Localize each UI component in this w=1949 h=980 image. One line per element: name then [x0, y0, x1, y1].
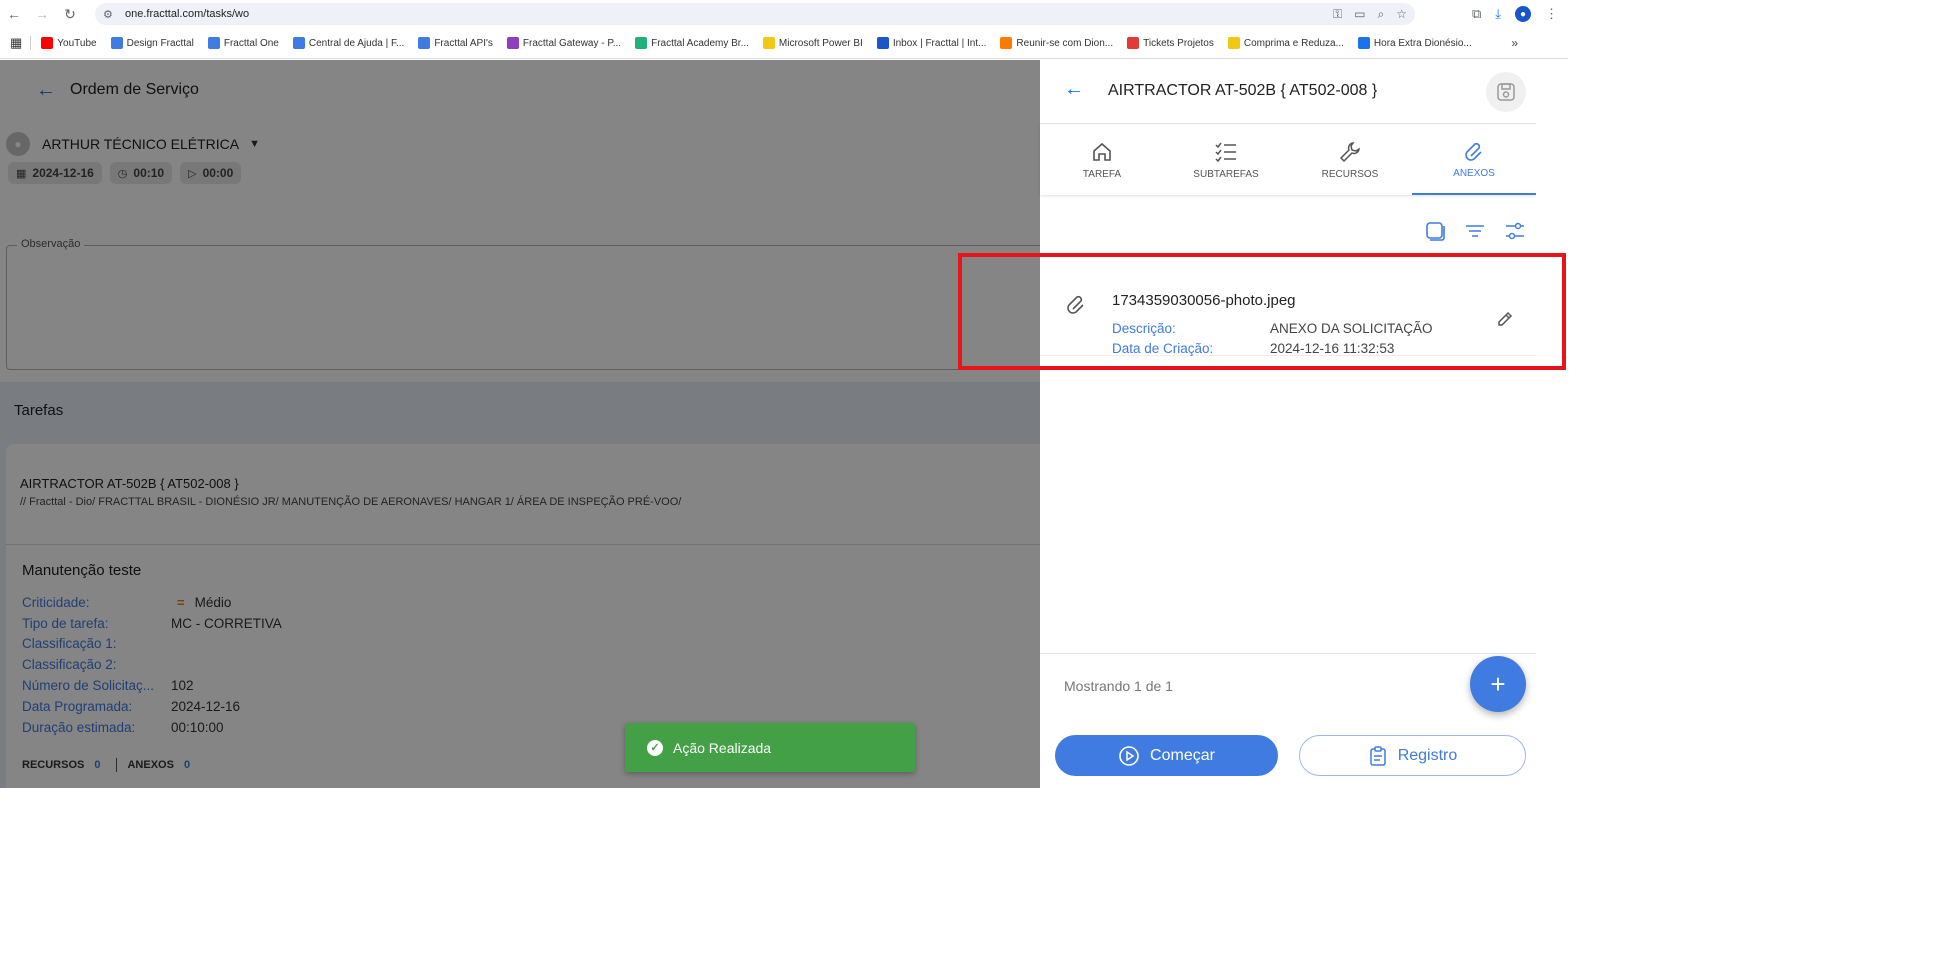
bookmark-label: Microsoft Power BI [778, 37, 863, 49]
bookmark-label: Inbox | Fracttal | Int... [892, 37, 987, 49]
bookmark-label: Fracttal API's [434, 37, 493, 49]
tab-subtarefas[interactable]: SUBTAREFAS [1164, 125, 1288, 195]
bookmark-item[interactable]: Microsoft Power BI [762, 37, 863, 49]
bookmark-label: Reunir-se com Dion... [1016, 37, 1114, 49]
save-button[interactable] [1486, 72, 1526, 112]
start-button[interactable]: Começar [1055, 735, 1278, 776]
bookmark-favicon-icon [418, 37, 431, 49]
panel-header: ← AIRTRACTOR AT-502B { AT502-008 } [1040, 60, 1536, 124]
browser-toolbar: ← → ↻ ⚙ one.fracttal.com/tasks/wo ⚿ ▭ ⌕ … [0, 0, 1568, 28]
register-button[interactable]: Registro [1299, 735, 1526, 776]
check-circle-icon: ✓ [647, 739, 663, 756]
tab-subtarefas-label: SUBTAREFAS [1193, 168, 1259, 180]
bookmark-list: YouTube Design Fracttal Fracttal One Centra… [41, 37, 1485, 49]
task-side-panel: ← AIRTRACTOR AT-502B { AT502-008 } TAREF… [1040, 60, 1536, 788]
tab-tarefa-label: TAREFA [1082, 168, 1122, 180]
toast-message: Ação Realizada [673, 739, 772, 756]
bookmark-item[interactable]: Comprima e Reduza... [1227, 37, 1344, 49]
paperclip-icon [1465, 142, 1482, 161]
modal-backdrop[interactable] [0, 60, 1040, 788]
list-tools [1424, 220, 1526, 242]
bookmark-favicon-icon [506, 37, 519, 49]
bookmark-item[interactable]: Fracttal Academy Br... [635, 37, 749, 49]
url-text: one.fracttal.com/tasks/wo [125, 8, 250, 20]
bookmark-item[interactable]: Fracttal API's [418, 37, 493, 49]
clipboard-icon [1369, 745, 1386, 766]
home-icon [1093, 142, 1111, 161]
bookmark-favicon-icon [1227, 37, 1240, 49]
plus-icon: + [1490, 668, 1506, 699]
bookmark-favicon-icon [1000, 37, 1013, 49]
bookmark-favicon-icon [207, 37, 220, 49]
add-attachment-button[interactable]: + [1470, 656, 1526, 712]
bookmark-item[interactable]: Tickets Projetos [1127, 37, 1214, 49]
bookmark-item[interactable]: YouTube [41, 37, 97, 49]
bookmark-favicon-icon [762, 37, 775, 49]
bookmark-favicon-icon [110, 37, 123, 49]
bookmark-favicon-icon [876, 37, 889, 49]
password-key-icon[interactable]: ⚿ [1333, 7, 1342, 22]
panel-footer-divider [1040, 653, 1536, 654]
bookmark-label: Fracttal Academy Br... [651, 37, 749, 49]
bookmark-favicon-icon [1357, 37, 1370, 49]
back-arrow-icon[interactable]: ← [1064, 78, 1084, 101]
bookmark-label: Fracttal Gateway - P... [522, 37, 622, 49]
site-info-icon[interactable]: ⚙ [103, 8, 119, 21]
reload-icon[interactable]: ↻ [56, 0, 84, 28]
address-bar[interactable]: ⚙ one.fracttal.com/tasks/wo ⚿ ▭ ⌕ ☆ [95, 3, 1415, 25]
register-label: Registro [1397, 746, 1458, 764]
bookmark-favicon-icon [635, 37, 648, 49]
bookmark-item[interactable]: Fracttal One [207, 37, 279, 49]
bookmarks-separator [30, 36, 32, 50]
panel-title: AIRTRACTOR AT-502B { AT502-008 } [1108, 82, 1378, 99]
checklist-icon [1215, 142, 1236, 162]
bookmark-favicon-icon [1127, 37, 1140, 49]
bookmark-label: Fracttal One [223, 37, 279, 49]
bookmark-favicon-icon [292, 37, 305, 49]
extensions-icon[interactable]: ⧉ [1472, 6, 1481, 22]
forward-arrow-icon[interactable]: → [28, 0, 56, 28]
bookmark-item[interactable]: Design Fracttal [110, 37, 194, 49]
bookmark-label: Hora Extra Dionésio... [1373, 37, 1472, 49]
success-toast: ✓ Ação Realizada [625, 723, 915, 772]
apps-grid-icon[interactable]: ▦ [10, 35, 22, 51]
more-bookmarks-icon[interactable]: » [1511, 36, 1518, 50]
attachment-highlight-box [958, 253, 1566, 370]
filter-sliders-icon[interactable] [1504, 220, 1526, 242]
back-arrow-icon[interactable]: ← [0, 0, 28, 28]
download-icon[interactable]: ⤓ [1495, 6, 1501, 22]
bookmark-star-icon[interactable]: ☆ [1396, 7, 1407, 22]
bookmark-label: Tickets Projetos [1143, 37, 1214, 49]
bookmark-favicon-icon [41, 37, 54, 49]
start-label: Começar [1150, 746, 1215, 764]
tab-anexos-label: ANEXOS [1453, 167, 1495, 179]
kebab-menu-icon[interactable]: ⋮ [1545, 6, 1558, 22]
sort-icon[interactable] [1464, 220, 1486, 242]
bookmark-label: Design Fracttal [126, 37, 194, 49]
select-all-icon[interactable] [1424, 220, 1446, 242]
bookmark-item[interactable]: Hora Extra Dionésio... [1357, 37, 1472, 49]
wrench-icon [1339, 141, 1360, 162]
bookmark-label: Comprima e Reduza... [1243, 37, 1344, 49]
tab-recursos[interactable]: RECURSOS [1288, 125, 1412, 195]
bookmark-item[interactable]: Central de Ajuda | F... [292, 37, 405, 49]
pagination-text: Mostrando 1 de 1 [1064, 678, 1173, 694]
tab-recursos-label: RECURSOS [1321, 168, 1379, 180]
bookmarks-bar: ▦ YouTube Design Fracttal Fracttal One Cent… [0, 28, 1568, 59]
bookmark-label: Central de Ajuda | F... [308, 37, 405, 49]
tab-anexos[interactable]: ANEXOS [1412, 125, 1536, 195]
install-app-icon[interactable]: ▭ [1354, 7, 1365, 22]
bookmark-item[interactable]: Reunir-se com Dion... [1000, 37, 1113, 49]
play-circle-icon [1119, 745, 1139, 766]
bookmark-item[interactable]: Fracttal Gateway - P... [506, 37, 622, 49]
bookmark-item[interactable]: Inbox | Fracttal | Int... [876, 37, 987, 49]
bookmark-label: YouTube [57, 37, 97, 49]
floppy-disk-icon [1497, 83, 1515, 101]
profile-avatar-icon[interactable]: ● [1515, 6, 1531, 22]
page-scroll-area [1536, 60, 1568, 788]
tab-tarefa[interactable]: TAREFA [1040, 125, 1164, 195]
panel-tabs: TAREFA SUBTAREFAS RECURSOS ANEXOS [1040, 125, 1536, 195]
zoom-icon[interactable]: ⌕ [1378, 7, 1385, 22]
